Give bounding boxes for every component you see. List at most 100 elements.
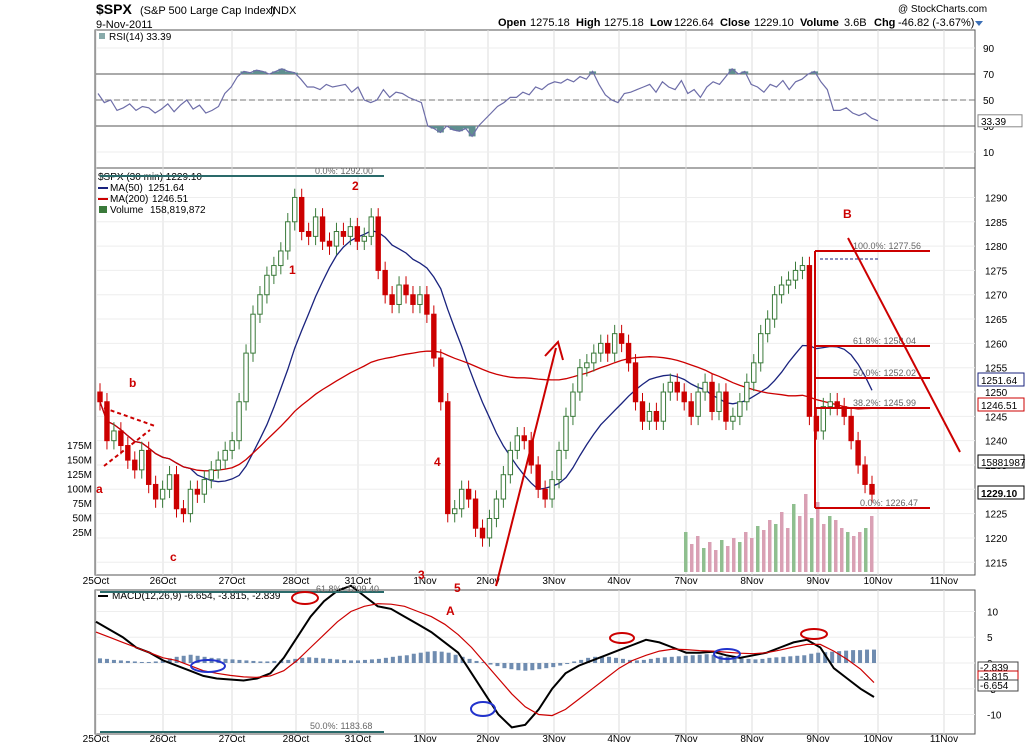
close-label: Close — [720, 17, 750, 29]
candle-body — [799, 265, 806, 271]
ma50-value: 1251.64 — [148, 183, 185, 194]
macd-histogram-bar — [356, 660, 360, 663]
wave-label-A: A — [446, 604, 455, 618]
macd-histogram-bar — [111, 659, 116, 663]
candle-body — [598, 342, 604, 354]
macd-histogram-bar — [251, 660, 256, 663]
macd-histogram-bar — [655, 657, 660, 663]
candle-body — [778, 284, 785, 296]
volume-y-tick-label: 125M — [67, 470, 92, 481]
macd-histogram-bar — [286, 659, 291, 663]
candle-body — [166, 474, 173, 490]
candle-body — [215, 459, 221, 471]
candle-body — [410, 294, 416, 305]
macd-x-tick-label: 25Oct — [83, 734, 110, 744]
candle-body — [403, 284, 409, 296]
macd-histogram-bar — [676, 656, 681, 663]
price-title: $SPX (30 min) 1229.10 — [98, 172, 202, 183]
macd-histogram-bar — [153, 661, 158, 663]
price-y-tick-label: 1250 — [985, 388, 1008, 399]
candle-body — [535, 464, 541, 490]
macd-histogram-bar — [495, 663, 500, 667]
candle-body — [723, 391, 729, 422]
candle-body — [577, 367, 583, 393]
stock-chart: $SPX (S&P 500 Large Cap Index) INDX 9-No… — [0, 0, 1025, 744]
candle-body — [869, 483, 875, 495]
volume-y-tick-label: 175M — [67, 441, 92, 452]
candle-body — [806, 265, 813, 417]
wave-label-a: a — [96, 482, 103, 496]
macd-histogram-bar — [669, 656, 674, 663]
price-x-tick-label: 25Oct — [83, 576, 110, 587]
candle-body — [758, 333, 764, 364]
fib-b382-label: 38.2%: 1245.99 — [853, 398, 916, 408]
macd-histogram-bar — [104, 658, 109, 663]
candle-body — [465, 488, 472, 500]
candle-body — [222, 449, 228, 461]
candle-body — [229, 440, 235, 451]
macd-histogram-bar — [690, 655, 695, 663]
candle-body — [486, 517, 493, 539]
macd-histogram-bar — [446, 652, 451, 663]
volume-bar — [816, 502, 820, 572]
volume-bar — [744, 532, 748, 572]
macd-histogram-bar — [265, 661, 270, 663]
macd-histogram-bar — [349, 660, 354, 663]
macd-histogram-bar — [432, 651, 437, 663]
price-x-tick-label: 9Nov — [806, 576, 829, 587]
macd-histogram-bar — [634, 660, 639, 663]
candle-body — [584, 362, 590, 369]
candle-body — [737, 401, 743, 417]
index-name: (S&P 500 Large Cap Index) — [140, 5, 275, 17]
macd-histogram-bar — [321, 658, 326, 663]
macd-histogram-bar — [509, 663, 514, 670]
volume-y-tick-label: 100M — [67, 485, 92, 496]
price-x-tick-label: 28Oct — [283, 576, 310, 587]
candle-body — [716, 391, 722, 412]
open-value: 1275.18 — [530, 17, 570, 29]
macd-histogram-bar — [181, 655, 186, 663]
price-y-tick-label: 1285 — [985, 218, 1008, 229]
high-label: High — [576, 17, 601, 29]
candle-body — [145, 449, 152, 485]
candle-body — [319, 216, 326, 242]
candle-body — [278, 250, 284, 267]
candle-body — [354, 226, 361, 242]
volume-bar — [828, 516, 832, 572]
macd-histogram-bar — [872, 649, 876, 663]
ma200-value: 1246.51 — [152, 194, 189, 205]
price-right-label: 1229.10 — [981, 489, 1018, 500]
price-y-tick-label: 1270 — [985, 291, 1008, 302]
low-value: 1226.64 — [674, 17, 714, 29]
macd-histogram-bar — [795, 655, 800, 663]
candle-body — [264, 274, 270, 296]
macd-histogram-bar — [328, 658, 333, 663]
macd-right-label: -6.654 — [980, 681, 1009, 692]
candle-body — [243, 352, 249, 403]
candle-body — [340, 231, 347, 237]
macd-histogram-bar — [781, 656, 786, 663]
macd-histogram-bar — [516, 663, 521, 671]
price-x-tick-label: 10Nov — [864, 576, 893, 587]
macd-histogram-bar — [390, 656, 395, 663]
candle-body — [618, 333, 625, 344]
candle-body — [382, 269, 388, 296]
candle-body — [271, 265, 277, 276]
macd-x-tick-label: 8Nov — [740, 734, 763, 744]
price-y-tick-label: 1220 — [985, 534, 1008, 545]
candle-body — [834, 401, 840, 408]
rsi-y-tick-label: 50 — [983, 96, 995, 107]
candle-body — [549, 479, 555, 500]
macd-histogram-bar — [502, 663, 507, 669]
macd-histogram-bar — [125, 660, 130, 663]
candle-body — [563, 415, 569, 451]
candle-body — [785, 279, 792, 286]
fib-macd-top-label: 61.8%: 1209.40 — [316, 584, 379, 594]
fib-b100-label: 100.0%: 1277.56 — [853, 241, 921, 251]
wave-label-1: 1 — [289, 263, 296, 277]
chg-value: -46.82 (-3.67%) — [898, 17, 974, 29]
fib-price-top-label: 0.0%: 1292.00 — [315, 166, 373, 176]
macd-histogram-bar — [537, 663, 542, 670]
macd-histogram-bar — [411, 653, 416, 663]
wave-label-3: 3 — [418, 568, 425, 582]
